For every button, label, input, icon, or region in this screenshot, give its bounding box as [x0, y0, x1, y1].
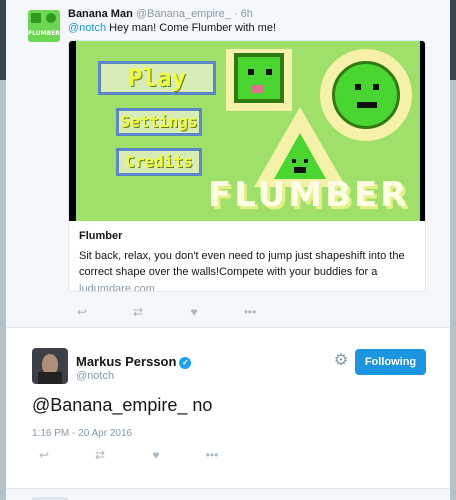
- square-mouth: [252, 85, 264, 93]
- parent-tweet[interactable]: FLUMBER Banana Man @Banana_empire_ · 6h …: [6, 0, 450, 328]
- circle-left-eye: [355, 84, 361, 90]
- card-domain: ludumdare.com: [79, 283, 155, 292]
- banana-man-avatar[interactable]: FLUMBER: [28, 10, 60, 42]
- card-description: Sit back, relax, you don't even need to …: [79, 250, 405, 278]
- retweet-icon[interactable]: ⇄: [92, 448, 108, 462]
- like-icon[interactable]: ♥: [186, 305, 202, 319]
- main-tweet-text: @Banana_empire_ no: [32, 395, 213, 415]
- tweet-permalink-panel: FLUMBER Banana Man @Banana_empire_ · 6h …: [6, 0, 450, 500]
- parent-author-handle[interactable]: @Banana_empire_: [136, 8, 231, 20]
- triangle-mouth: [294, 167, 306, 173]
- triangle-right-eye: [304, 159, 308, 163]
- avatar-circle-icon: [46, 13, 56, 23]
- main-author-handle[interactable]: @notch: [76, 370, 114, 382]
- game-screenshot: Play Settings Credits FLUMBER: [76, 41, 420, 221]
- card-title: Flumber: [79, 230, 123, 242]
- markus-persson-avatar[interactable]: [32, 348, 68, 384]
- following-button[interactable]: Following: [355, 349, 426, 375]
- game-credits-button: Credits: [116, 148, 202, 176]
- reply-icon[interactable]: ↩: [36, 448, 52, 462]
- main-author-name[interactable]: Markus Persson: [76, 354, 176, 369]
- parent-author-name[interactable]: Banana Man: [68, 8, 133, 20]
- parent-tweet-text: @notch Hey man! Come Flumber with me!: [68, 22, 276, 34]
- main-author-name-row[interactable]: Markus Persson ✓: [76, 354, 192, 369]
- avatar-logo-text: FLUMBER: [28, 30, 60, 37]
- game-play-button: Play: [98, 61, 216, 95]
- more-icon[interactable]: •••: [242, 305, 258, 319]
- parent-tweet-body: Hey man! Come Flumber with me!: [106, 22, 277, 34]
- avatar-face: [42, 354, 58, 374]
- main-tweet-timestamp[interactable]: 1:16 PM - 20 Apr 2016: [32, 428, 132, 439]
- circle-right-eye: [373, 84, 379, 90]
- card-body[interactable]: Flumber Sit back, relax, you don't even …: [69, 221, 425, 292]
- retweet-icon[interactable]: ⇄: [130, 305, 146, 319]
- header-separator: ·: [233, 8, 238, 20]
- triangle-left-eye: [292, 159, 296, 163]
- avatar-square-icon: [31, 13, 41, 23]
- like-icon[interactable]: ♥: [148, 448, 164, 462]
- reply-icon[interactable]: ↩: [74, 305, 90, 319]
- gear-icon[interactable]: ⚙: [332, 352, 350, 370]
- game-logo: FLUMBER: [208, 175, 410, 215]
- avatar-shoulders: [38, 372, 62, 384]
- game-settings-button: Settings: [116, 108, 202, 136]
- square-right-eye: [266, 69, 272, 75]
- reply-composer-strip: [6, 488, 450, 500]
- verified-icon: ✓: [179, 357, 192, 369]
- square-character: [234, 53, 284, 103]
- mention-link[interactable]: @notch: [68, 22, 106, 34]
- parent-tweet-time[interactable]: 6h: [241, 8, 253, 20]
- parent-tweet-actions: ↩ ⇄ ♥ •••: [68, 305, 368, 319]
- main-tweet-actions: ↩ ⇄ ♥ •••: [32, 448, 332, 462]
- main-tweet: Markus Persson ✓ @notch ⚙ Following @Bana…: [6, 328, 450, 488]
- circle-mouth: [357, 102, 377, 108]
- link-card[interactable]: Play Settings Credits FLUMBER Flumber Si…: [68, 40, 426, 292]
- square-left-eye: [248, 69, 254, 75]
- card-image[interactable]: Play Settings Credits FLUMBER: [69, 41, 425, 221]
- more-icon[interactable]: •••: [204, 448, 220, 462]
- parent-tweet-header: Banana Man @Banana_empire_ · 6h: [68, 8, 253, 20]
